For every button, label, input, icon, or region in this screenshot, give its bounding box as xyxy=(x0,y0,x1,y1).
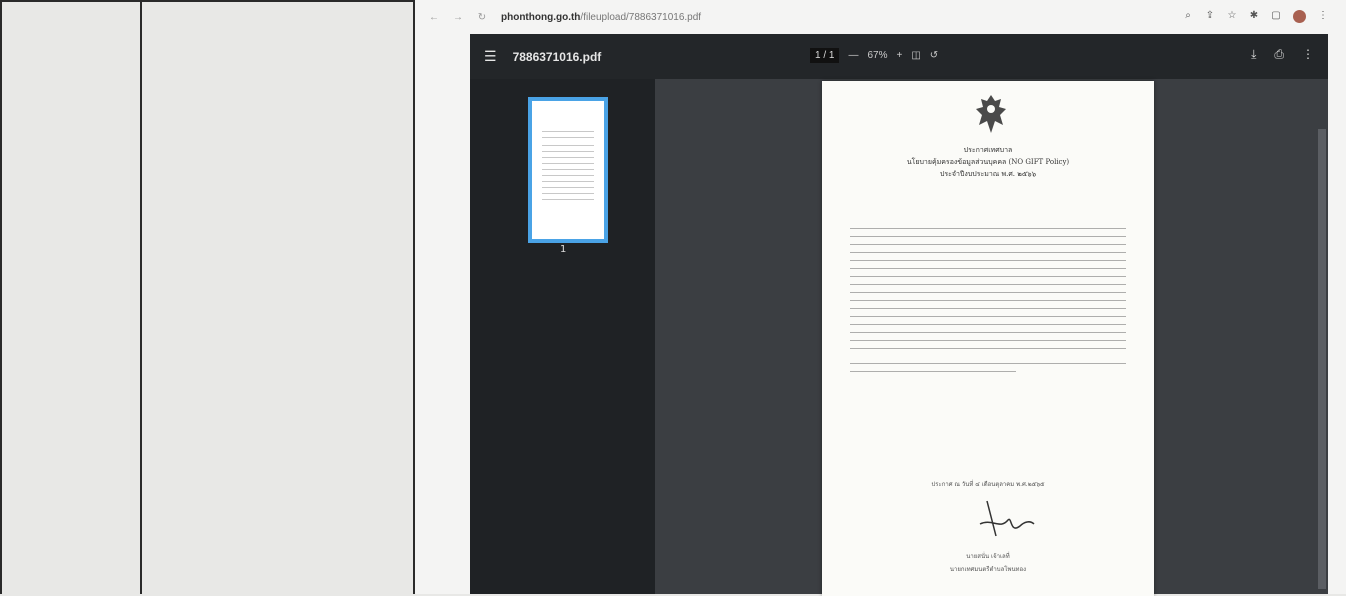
document-title: นโยบายคุ้มครองข้อมูลส่วนบุคคล (NO GIFT P… xyxy=(906,158,1070,166)
browser-screenshot: ← → ↻ phonthong.go.th/fileupload/7886371… xyxy=(415,0,1346,596)
zoom-out-icon[interactable]: — xyxy=(848,50,858,61)
document-fiscal-year: ประจำปีงบประมาณ พ.ศ. ๒๕๖๖ xyxy=(939,170,1037,178)
url-host: phonthong.go.th xyxy=(501,11,581,23)
fit-page-icon[interactable]: ◫ xyxy=(911,50,920,61)
browser-action-icons: ⌕ ⇪ ☆ ✱ ▢ ⋮ xyxy=(1183,10,1328,23)
scrollbar[interactable] xyxy=(1318,129,1326,589)
signer-name: นายสนั่น เจ้าเลที่ xyxy=(966,553,1010,560)
more-icon[interactable]: ⋮ xyxy=(1318,10,1328,21)
browser-toolbar: ← → ↻ phonthong.go.th/fileupload/7886371… xyxy=(415,0,1346,34)
url-path: /fileupload/7886371016.pdf xyxy=(580,11,702,23)
table-left-border xyxy=(0,0,2,594)
page-indicator[interactable]: 1 / 1 xyxy=(810,48,840,63)
signature-icon xyxy=(979,500,1035,537)
star-icon[interactable]: ☆ xyxy=(1227,10,1237,21)
back-icon[interactable]: ← xyxy=(429,12,439,23)
share-icon[interactable]: ⇪ xyxy=(1205,10,1215,21)
avatar[interactable] xyxy=(1293,10,1306,23)
search-icon[interactable]: ⌕ xyxy=(1183,10,1193,21)
sidebar-icon[interactable]: ▢ xyxy=(1271,10,1281,21)
download-icon[interactable]: ⤓ xyxy=(1251,47,1256,62)
pdf-toolbar: ☰ 7886371016.pdf 1 / 1 — 67% + ◫ ↺ ⤓ ⎙ ⋮ xyxy=(470,34,1328,79)
zoom-in-icon[interactable]: + xyxy=(896,50,902,61)
thumbnail-sidebar: 1 xyxy=(470,79,655,594)
pdf-page: ประกาศเทศบาล นโยบายคุ้มครองข้อมูลส่วนบุค… xyxy=(822,81,1154,596)
menu-icon[interactable]: ☰ xyxy=(484,48,497,65)
thumbnail-label: 1 xyxy=(560,244,567,255)
rotate-icon[interactable]: ↺ xyxy=(930,50,938,61)
forward-icon[interactable]: → xyxy=(453,12,463,23)
extensions-icon[interactable]: ✱ xyxy=(1249,10,1259,21)
more-icon[interactable]: ⋮ xyxy=(1302,47,1314,62)
zoom-level: 67% xyxy=(867,50,888,61)
page-thumbnail[interactable] xyxy=(528,97,608,243)
pdf-page-area: ประกาศเทศบาล นโยบายคุ้มครองข้อมูลส่วนบุค… xyxy=(655,79,1328,596)
document-body-text xyxy=(850,221,1126,379)
pdf-file-name: 7886371016.pdf xyxy=(512,49,602,64)
document-date: ประกาศ ณ วันที่ ๔ เดือนตุลาคม พ.ศ.๒๕๖๕ xyxy=(931,481,1045,488)
garuda-emblem-icon xyxy=(976,95,1006,133)
pdf-right-tools: ⤓ ⎙ ⋮ xyxy=(1251,47,1314,62)
table-column-divider xyxy=(140,0,142,594)
pdf-viewer: ☰ 7886371016.pdf 1 / 1 — 67% + ◫ ↺ ⤓ ⎙ ⋮ xyxy=(470,34,1328,596)
signer-position: นายกเทศมนตรีตำบลโพนทอง xyxy=(949,566,1027,573)
address-bar[interactable]: phonthong.go.th/fileupload/7886371016.pd… xyxy=(501,12,701,23)
reload-icon[interactable]: ↻ xyxy=(477,12,487,23)
pdf-center-tools: 1 / 1 — 67% + ◫ ↺ xyxy=(810,48,938,63)
print-icon[interactable]: ⎙ xyxy=(1274,47,1284,62)
document-heading: ประกาศเทศบาล xyxy=(963,146,1013,154)
